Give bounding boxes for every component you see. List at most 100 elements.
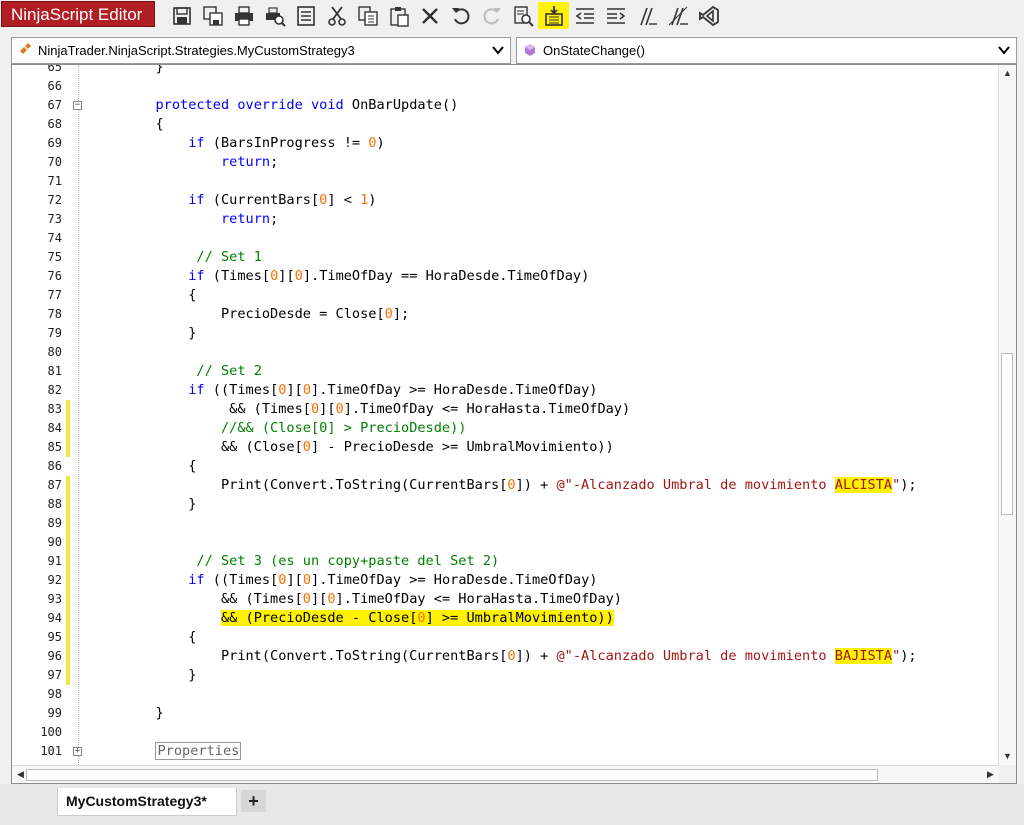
- code-line[interactable]: PrecioDesde = Close[0];: [90, 305, 409, 324]
- vertical-scroll-thumb[interactable]: [1001, 353, 1013, 515]
- save-all-button[interactable]: [197, 2, 228, 29]
- line-number: 96: [47, 649, 62, 663]
- code-editor[interactable]: 65 66 67 68 69 70 71 72 73 74 75 76 77 78 79 80 81 82 83 84…: [11, 64, 1017, 784]
- code-line[interactable]: && (Times[0][0].TimeOfDay <= HoraHasta.T…: [90, 400, 630, 419]
- code-line[interactable]: && (PrecioDesde - Close[0] >= UmbralMovi…: [90, 609, 614, 628]
- code-line[interactable]: && (Times[0][0].TimeOfDay <= HoraHasta.T…: [90, 590, 622, 609]
- change-marker: [66, 533, 70, 552]
- code-line[interactable]: return;: [90, 210, 278, 229]
- line-number: 92: [47, 573, 62, 587]
- line-number: 80: [47, 345, 62, 359]
- code-line[interactable]: protected override void OnBarUpdate(): [90, 96, 458, 115]
- code-line[interactable]: {: [90, 457, 196, 476]
- toolbar: [166, 2, 724, 30]
- code-line[interactable]: {: [90, 115, 163, 134]
- code-line[interactable]: return;: [90, 153, 278, 172]
- save-icon: [172, 6, 191, 25]
- code-line[interactable]: if (BarsInProgress != 0): [90, 134, 384, 153]
- line-number: 90: [47, 535, 62, 549]
- print-icon: [234, 5, 253, 26]
- expand-icon[interactable]: +: [73, 747, 82, 756]
- line-number: 76: [47, 269, 62, 283]
- scroll-up-icon[interactable]: ▲: [999, 65, 1016, 82]
- code-line[interactable]: if ((Times[0][0].TimeOfDay >= HoraDesde.…: [90, 381, 597, 400]
- comment-icon: [639, 7, 657, 25]
- code-line[interactable]: Print(Convert.ToString(CurrentBars[0]) +…: [90, 476, 917, 495]
- member-selector-dropdown[interactable]: OnStateChange(): [516, 37, 1017, 64]
- line-number: 86: [47, 459, 62, 473]
- comment-button[interactable]: [631, 2, 662, 29]
- code-line[interactable]: Print(Convert.ToString(CurrentBars[0]) +…: [90, 647, 917, 666]
- code-line[interactable]: }: [90, 495, 196, 514]
- code-line[interactable]: }: [90, 324, 196, 343]
- line-number: 101: [40, 744, 62, 758]
- code-line[interactable]: && (Close[0] - PrecioDesde >= UmbralMovi…: [90, 438, 614, 457]
- line-number: 97: [47, 668, 62, 682]
- scroll-right-icon[interactable]: ▶: [982, 766, 999, 783]
- undo-button[interactable]: [445, 2, 476, 29]
- code-line[interactable]: {: [90, 628, 196, 647]
- scroll-corner: [999, 765, 1016, 783]
- change-marker: [66, 419, 70, 438]
- line-number: 70: [47, 155, 62, 169]
- collapse-icon[interactable]: −: [73, 101, 82, 110]
- code-line[interactable]: if (CurrentBars[0] < 1): [90, 191, 376, 210]
- print-preview-button[interactable]: [259, 2, 290, 29]
- line-number: 65: [47, 64, 62, 74]
- scroll-down-icon[interactable]: ▼: [999, 748, 1016, 765]
- chevron-down-icon: [492, 46, 504, 55]
- indent-button[interactable]: [600, 2, 631, 29]
- vertical-scrollbar[interactable]: ▲ ▼: [998, 65, 1016, 765]
- class-selector-dropdown[interactable]: NinjaTrader.NinjaScript.Strategies.MyCus…: [11, 37, 511, 64]
- copy-button[interactable]: [352, 2, 383, 29]
- code-line[interactable]: }: [90, 65, 163, 77]
- code-line[interactable]: if (Times[0][0].TimeOfDay == HoraDesde.T…: [90, 267, 589, 286]
- print-button[interactable]: [228, 2, 259, 29]
- visual-studio-button[interactable]: [693, 2, 724, 29]
- document-tab-bar: MyCustomStrategy3* +: [0, 784, 1024, 825]
- line-number: 93: [47, 592, 62, 606]
- code-line[interactable]: }: [90, 666, 196, 685]
- paste-button[interactable]: [383, 2, 414, 29]
- compile-button[interactable]: [538, 2, 569, 29]
- line-number: 68: [47, 117, 62, 131]
- code-line[interactable]: {: [90, 286, 196, 305]
- compile-icon: [544, 5, 563, 26]
- change-marker: [66, 647, 70, 666]
- redo-icon: [483, 7, 501, 24]
- document-icon: [296, 5, 315, 26]
- code-line[interactable]: // Set 1: [90, 248, 261, 267]
- line-number: 77: [47, 288, 62, 302]
- undo-icon: [451, 7, 469, 24]
- horizontal-scroll-thumb[interactable]: [26, 769, 878, 781]
- code-line[interactable]: // Set 2: [90, 362, 261, 381]
- add-tab-button[interactable]: +: [241, 790, 266, 812]
- line-number: 78: [47, 307, 62, 321]
- document-button[interactable]: [290, 2, 321, 29]
- code-line[interactable]: Properties: [90, 742, 242, 761]
- save-button[interactable]: [166, 2, 197, 29]
- outdent-button[interactable]: [569, 2, 600, 29]
- member-selector-value: OnStateChange(): [543, 43, 645, 58]
- change-marker: [66, 552, 70, 571]
- redo-button[interactable]: [476, 2, 507, 29]
- line-number: 66: [47, 79, 62, 93]
- find-button[interactable]: [507, 2, 538, 29]
- change-marker: [66, 438, 70, 457]
- change-marker: [66, 609, 70, 628]
- delete-button[interactable]: [414, 2, 445, 29]
- code-line[interactable]: // Set 3 (es un copy+paste del Set 2): [90, 552, 499, 571]
- code-line[interactable]: if ((Times[0][0].TimeOfDay >= HoraDesde.…: [90, 571, 597, 590]
- line-number: 67: [47, 98, 62, 112]
- fold-guide: [78, 65, 79, 765]
- uncomment-button[interactable]: [662, 2, 693, 29]
- horizontal-scrollbar[interactable]: ◀ ▶: [12, 765, 1001, 783]
- line-number: 100: [40, 725, 62, 739]
- line-number: 71: [47, 174, 62, 188]
- cut-button[interactable]: [321, 2, 352, 29]
- find-icon: [513, 5, 534, 27]
- tab-mycustomstrategy3[interactable]: MyCustomStrategy3*: [57, 788, 237, 816]
- line-number: 73: [47, 212, 62, 226]
- code-line[interactable]: }: [90, 704, 163, 723]
- code-line[interactable]: //&& (Close[0] > PrecioDesde)): [90, 419, 467, 438]
